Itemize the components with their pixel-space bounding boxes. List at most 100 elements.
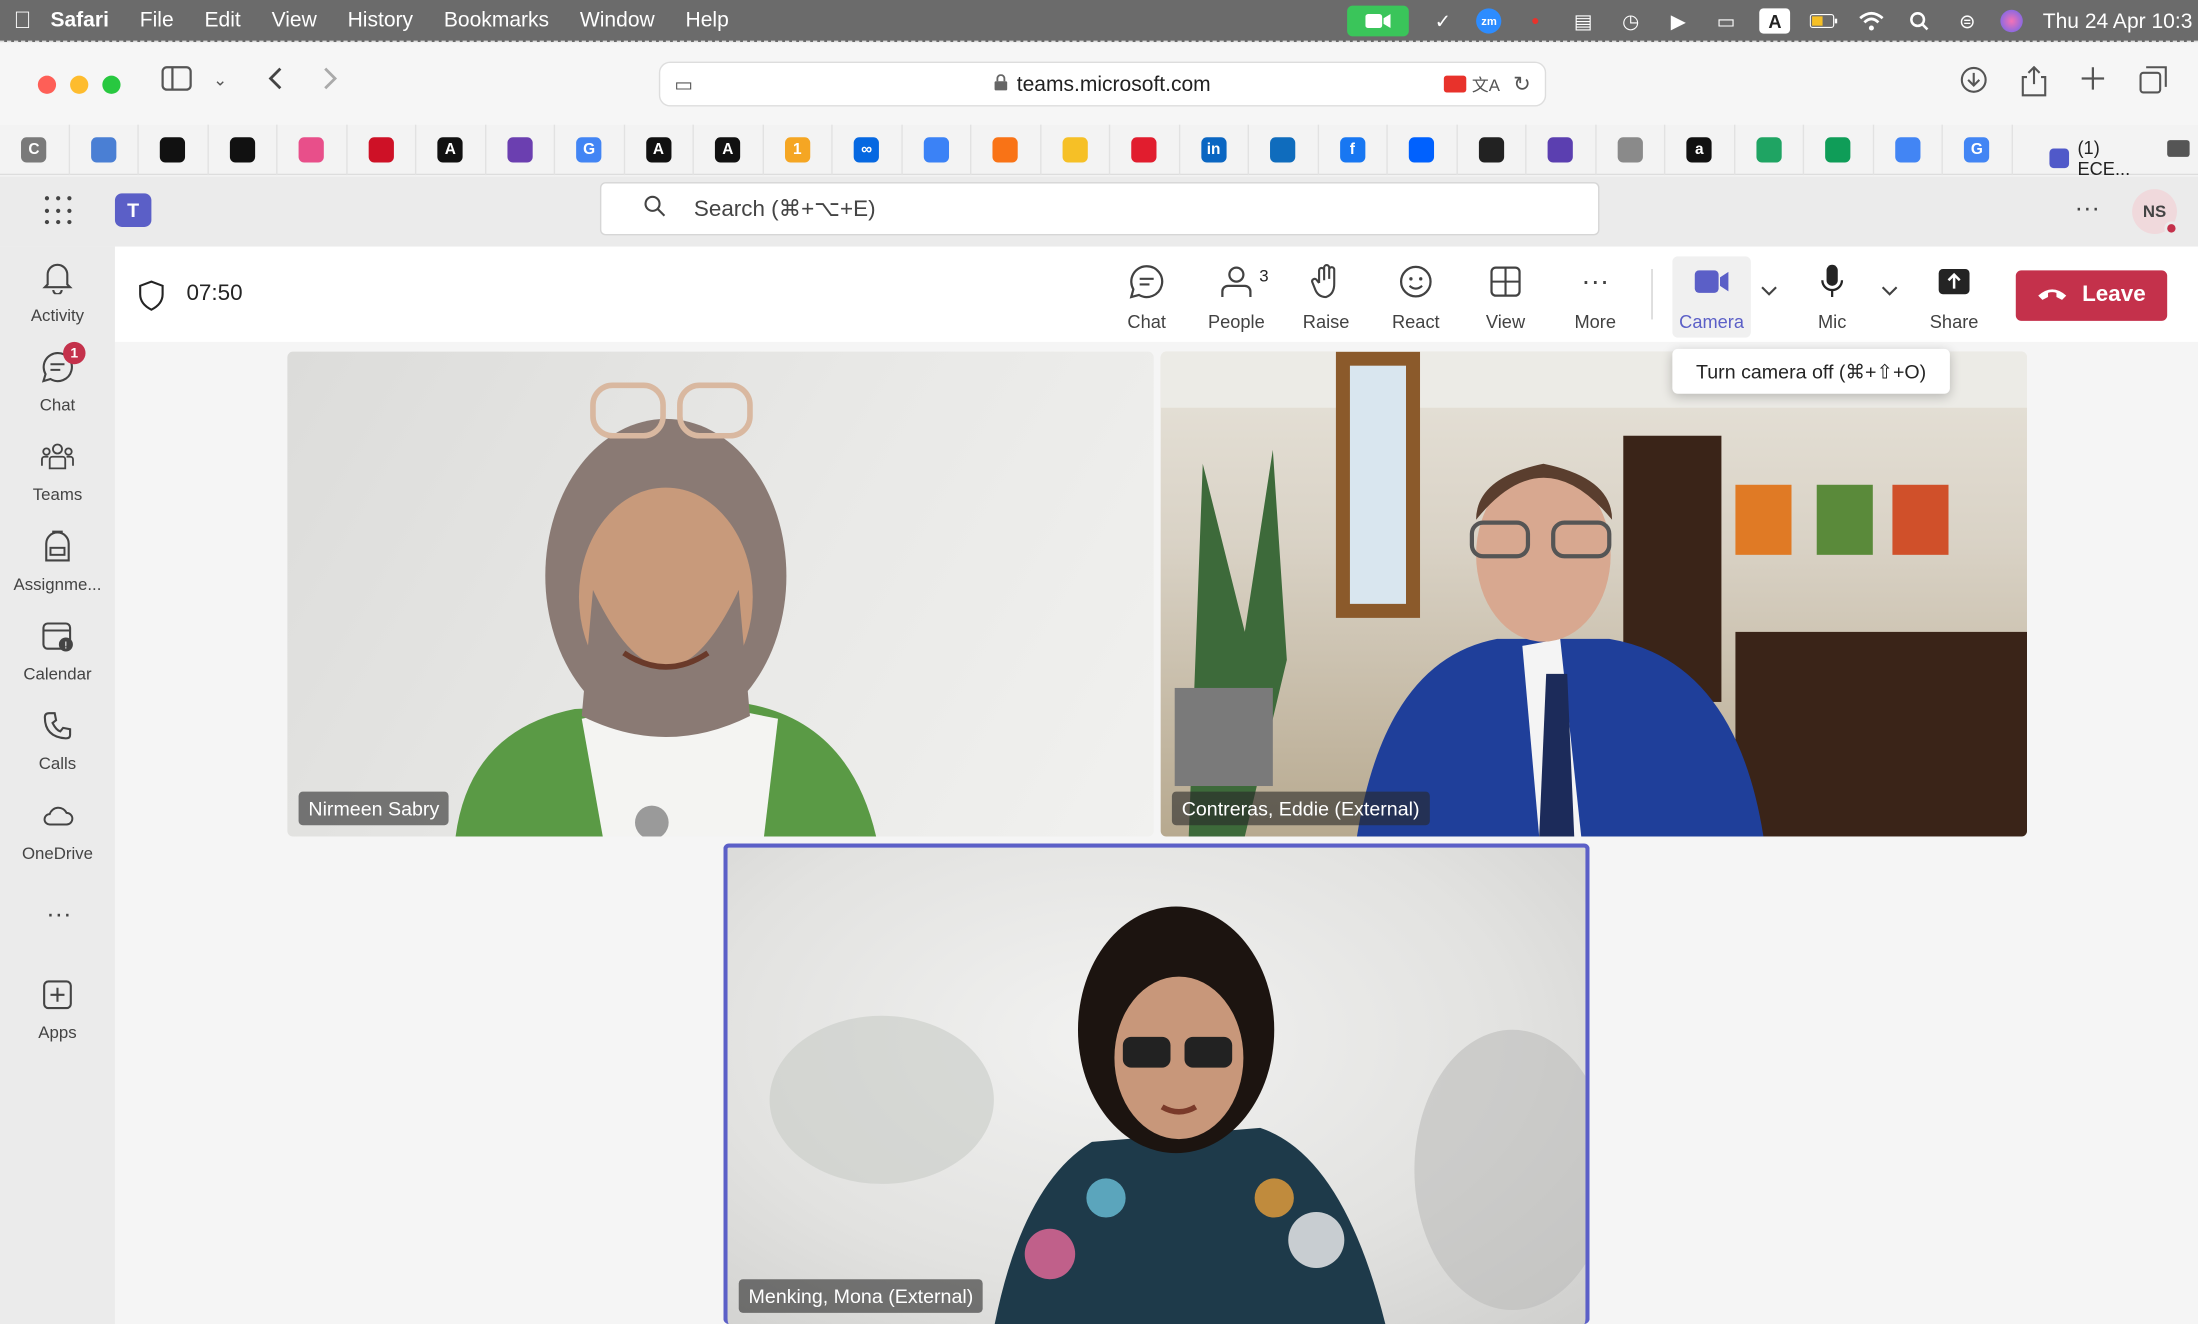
battery-icon[interactable] [1810, 8, 1838, 33]
bookmark-item[interactable] [1041, 123, 1111, 175]
more-button[interactable]: ··· More [1553, 263, 1637, 333]
teams-tab-item[interactable]: (1) ECE... [2049, 137, 2147, 179]
bookmark-item[interactable]: A [694, 123, 764, 175]
react-button[interactable]: React [1374, 263, 1458, 332]
bookmark-item[interactable]: in [1180, 123, 1250, 175]
bookmark-item[interactable] [208, 123, 278, 175]
rail-item-teams[interactable]: Teams [0, 440, 115, 524]
raise-hand-button[interactable]: Raise [1284, 263, 1368, 332]
bookmark-item[interactable]: f [1318, 123, 1388, 175]
rail-item-onedrive[interactable]: OneDrive [0, 799, 115, 883]
window-icon[interactable]: ▭ [1712, 8, 1740, 33]
bookmark-item[interactable] [971, 123, 1041, 175]
siri-icon[interactable] [2000, 9, 2024, 33]
camera-in-use-icon[interactable] [1443, 75, 1467, 93]
bookmark-item[interactable] [1874, 123, 1943, 175]
menu-view[interactable]: View [272, 8, 317, 32]
menu-help[interactable]: Help [686, 8, 729, 32]
mic-button[interactable]: Mic [1790, 263, 1874, 332]
bookmark-item[interactable] [1388, 123, 1458, 175]
app-launcher-icon[interactable] [44, 196, 76, 227]
rail-item-apps[interactable]: Apps [0, 978, 115, 1062]
mic-options-chevron-icon[interactable] [1881, 284, 1898, 301]
camera-button[interactable]: Camera [1670, 263, 1754, 332]
chat-button[interactable]: Chat [1105, 263, 1189, 332]
video-tile-menking-mona[interactable]: Menking, Mona (External) [723, 843, 1590, 1324]
rail-item-calls[interactable]: Calls [0, 709, 115, 793]
bookmark-item[interactable] [1249, 123, 1319, 175]
bookmark-item[interactable]: a [1665, 123, 1735, 175]
bookmark-item[interactable]: C [0, 123, 70, 175]
camera-options-chevron-icon[interactable] [1761, 284, 1778, 301]
downloads-icon[interactable] [1960, 66, 1988, 102]
rail-item-chat[interactable]: 1 Chat [0, 341, 115, 434]
new-tab-icon[interactable] [2080, 66, 2105, 100]
people-button[interactable]: 3 People [1194, 263, 1278, 332]
forward-button-icon[interactable] [322, 66, 339, 100]
bookmark-item[interactable] [1596, 123, 1666, 175]
bookmark-item[interactable] [486, 123, 556, 175]
rail-item-calendar[interactable]: ! Calendar [0, 619, 115, 703]
spotlight-search-icon[interactable] [1905, 8, 1933, 33]
checkmark-circle-icon[interactable]: ✓ [1429, 8, 1457, 33]
avatar[interactable]: NS [2132, 189, 2179, 236]
share-button[interactable]: Share [1912, 263, 1996, 332]
menu-file[interactable]: File [140, 8, 174, 32]
video-tile-nirmeen-sabry[interactable]: Nirmeen Sabry [287, 351, 1154, 837]
menu-app-safari[interactable]: Safari [50, 8, 108, 32]
address-bar[interactable]: ▭ teams.microsoft.com 文A ↻ [658, 61, 1547, 107]
bookmark-item[interactable] [1110, 123, 1180, 175]
sidebar-toggle-icon[interactable] [161, 66, 192, 100]
search-input[interactable]: Search (⌘+⌥+E) [599, 182, 1600, 236]
view-button[interactable]: View [1463, 263, 1547, 332]
page-settings-icon[interactable]: ▭ [674, 72, 693, 96]
bookmark-item[interactable]: A [625, 123, 694, 175]
shield-icon[interactable] [137, 280, 165, 318]
menu-edit[interactable]: Edit [204, 8, 240, 32]
translate-icon[interactable]: 文A [1472, 72, 1500, 96]
bookmark-item[interactable] [1735, 123, 1805, 175]
bookmark-item[interactable] [69, 123, 139, 175]
bookmark-item[interactable] [1804, 123, 1874, 175]
rail-item-activity[interactable]: Activity [0, 261, 115, 345]
apple-menu-icon[interactable]:  [0, 6, 45, 34]
bookmark-item[interactable] [1527, 123, 1596, 175]
bookmark-item[interactable]: G [1943, 123, 2013, 175]
menu-history[interactable]: History [348, 8, 413, 32]
back-button-icon[interactable] [266, 66, 283, 100]
video-tile-contreras-eddie[interactable]: Contreras, Eddie (External) [1160, 351, 2028, 837]
minimize-window-button[interactable] [70, 75, 89, 94]
tab-groups-chevron-icon[interactable]: ⌄ [213, 70, 227, 90]
facetime-camera-icon[interactable] [1347, 5, 1410, 37]
rail-item-assignments[interactable]: Assignme... [0, 530, 115, 614]
record-dot-icon[interactable]: ● [1521, 8, 1549, 33]
bookmark-item[interactable] [902, 123, 972, 175]
more-apps-icon[interactable]: ··· [46, 900, 71, 929]
share-icon[interactable] [2021, 65, 2047, 105]
menu-window[interactable]: Window [580, 8, 655, 32]
menubar-clock[interactable]: Thu 24 Apr 10:3 [2043, 9, 2193, 33]
wifi-icon[interactable] [1858, 8, 1886, 33]
zoom-app-icon[interactable]: zm [1476, 8, 1502, 34]
bookmark-item[interactable]: G [555, 123, 625, 175]
library-icon[interactable]: ▤ [1569, 8, 1597, 33]
close-window-button[interactable] [37, 75, 57, 94]
play-circle-icon[interactable]: ▶ [1664, 8, 1692, 33]
control-center-icon[interactable]: ⊜ [1953, 8, 1981, 33]
bookmark-item[interactable] [1457, 123, 1527, 175]
tab-overview-icon[interactable] [2139, 66, 2167, 102]
bookmark-item[interactable]: A [416, 123, 486, 175]
reload-icon[interactable]: ↻ [1513, 71, 1531, 97]
bookmark-item[interactable]: 1 [763, 123, 833, 175]
menu-bookmarks[interactable]: Bookmarks [444, 8, 549, 32]
bookmark-item[interactable]: ∞ [833, 123, 903, 175]
input-source-icon[interactable]: A [1759, 8, 1791, 34]
hand-icon [1308, 263, 1344, 299]
bookmark-item[interactable] [347, 123, 417, 175]
zoom-window-button[interactable] [102, 75, 121, 94]
settings-more-icon[interactable]: ··· [2075, 193, 2100, 222]
bookmark-item[interactable] [139, 123, 209, 175]
leave-button[interactable]: Leave [2015, 270, 2168, 321]
time-machine-icon[interactable]: ◷ [1617, 8, 1645, 33]
bookmark-item[interactable] [278, 123, 347, 175]
